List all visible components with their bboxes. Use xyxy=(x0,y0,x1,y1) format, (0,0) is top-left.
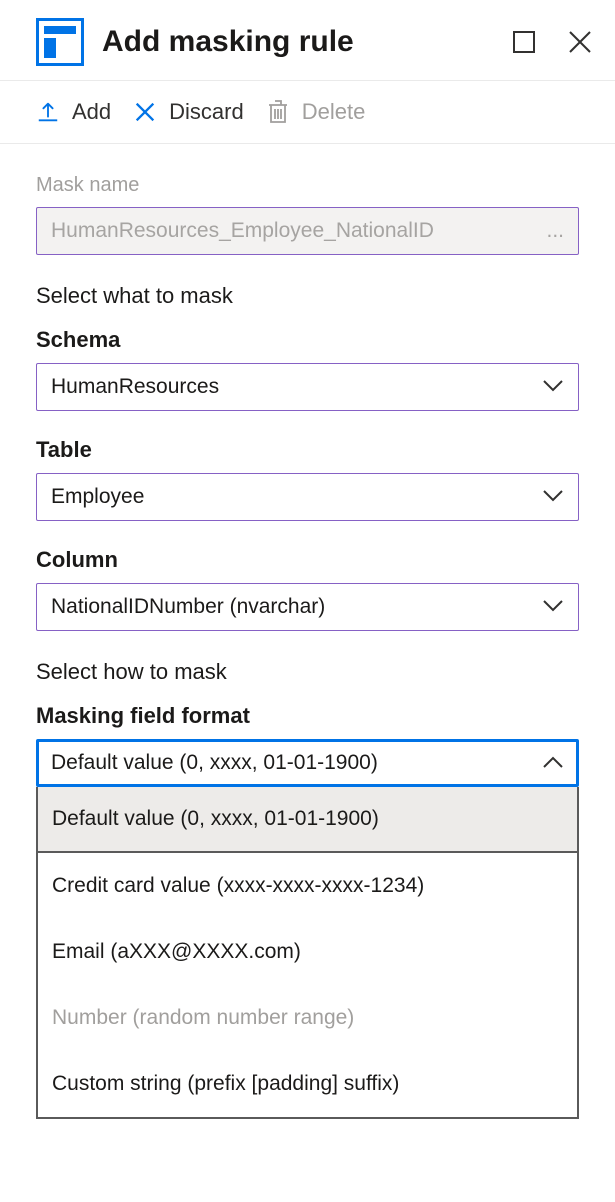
upload-icon xyxy=(36,100,60,124)
column-label: Column xyxy=(36,547,579,573)
add-button[interactable]: Add xyxy=(36,99,111,125)
trash-icon xyxy=(266,100,290,124)
masking-format-select[interactable]: Default value (0, xxxx, 01-01-1900) xyxy=(36,739,579,787)
select-how-to-mask-heading: Select how to mask xyxy=(36,659,579,685)
mask-name-value: HumanResources_Employee_NationalID xyxy=(51,219,434,243)
option-label: Number (random number range) xyxy=(52,1006,354,1030)
masking-format-option[interactable]: Custom string (prefix [padding] suffix) xyxy=(38,1051,577,1117)
select-what-to-mask-heading: Select what to mask xyxy=(36,283,579,309)
masking-format-option: Number (random number range) xyxy=(38,985,577,1051)
mask-name-input: HumanResources_Employee_NationalID ... xyxy=(36,207,579,255)
option-label: Credit card value (xxxx-xxxx-xxxx-1234) xyxy=(52,874,424,898)
column-select[interactable]: NationalIDNumber (nvarchar) xyxy=(36,583,579,631)
table-value: Employee xyxy=(51,485,144,509)
delete-button: Delete xyxy=(266,99,366,125)
masking-format-dropdown: Default value (0, xxxx, 01-01-1900) Defa… xyxy=(36,739,579,1119)
masking-format-value: Default value (0, xxxx, 01-01-1900) xyxy=(51,751,378,775)
chevron-down-icon xyxy=(542,375,564,399)
masking-format-option[interactable]: Credit card value (xxxx-xxxx-xxxx-1234) xyxy=(38,853,577,919)
masking-rule-icon xyxy=(36,18,84,66)
mask-name-label: Mask name xyxy=(36,174,579,197)
maximize-button[interactable] xyxy=(511,29,537,55)
mask-name-ellipsis: ... xyxy=(538,219,564,243)
option-label: Email (aXXX@XXXX.com) xyxy=(52,940,301,964)
option-label: Default value (0, xxxx, 01-01-1900) xyxy=(52,807,379,831)
form-body: Mask name HumanResources_Employee_Nation… xyxy=(0,144,615,1159)
chevron-down-icon xyxy=(542,485,564,509)
discard-button[interactable]: Discard xyxy=(133,99,244,125)
schema-label: Schema xyxy=(36,327,579,353)
column-value: NationalIDNumber (nvarchar) xyxy=(51,595,325,619)
discard-label: Discard xyxy=(169,99,244,125)
table-select[interactable]: Employee xyxy=(36,473,579,521)
panel-title: Add masking rule xyxy=(102,25,493,59)
toolbar: Add Discard Delete xyxy=(0,81,615,144)
chevron-up-icon xyxy=(542,751,564,775)
x-icon xyxy=(133,100,157,124)
schema-value: HumanResources xyxy=(51,375,219,399)
masking-format-option[interactable]: Email (aXXX@XXXX.com) xyxy=(38,919,577,985)
delete-label: Delete xyxy=(302,99,366,125)
masking-format-option-list: Default value (0, xxxx, 01-01-1900) Cred… xyxy=(36,787,579,1119)
table-label: Table xyxy=(36,437,579,463)
chevron-down-icon xyxy=(542,595,564,619)
masking-format-label: Masking field format xyxy=(36,703,579,729)
schema-select[interactable]: HumanResources xyxy=(36,363,579,411)
masking-format-option[interactable]: Default value (0, xxxx, 01-01-1900) xyxy=(38,787,577,853)
add-label: Add xyxy=(72,99,111,125)
panel-header: Add masking rule xyxy=(0,0,615,81)
close-button[interactable] xyxy=(567,29,593,55)
option-label: Custom string (prefix [padding] suffix) xyxy=(52,1072,399,1096)
